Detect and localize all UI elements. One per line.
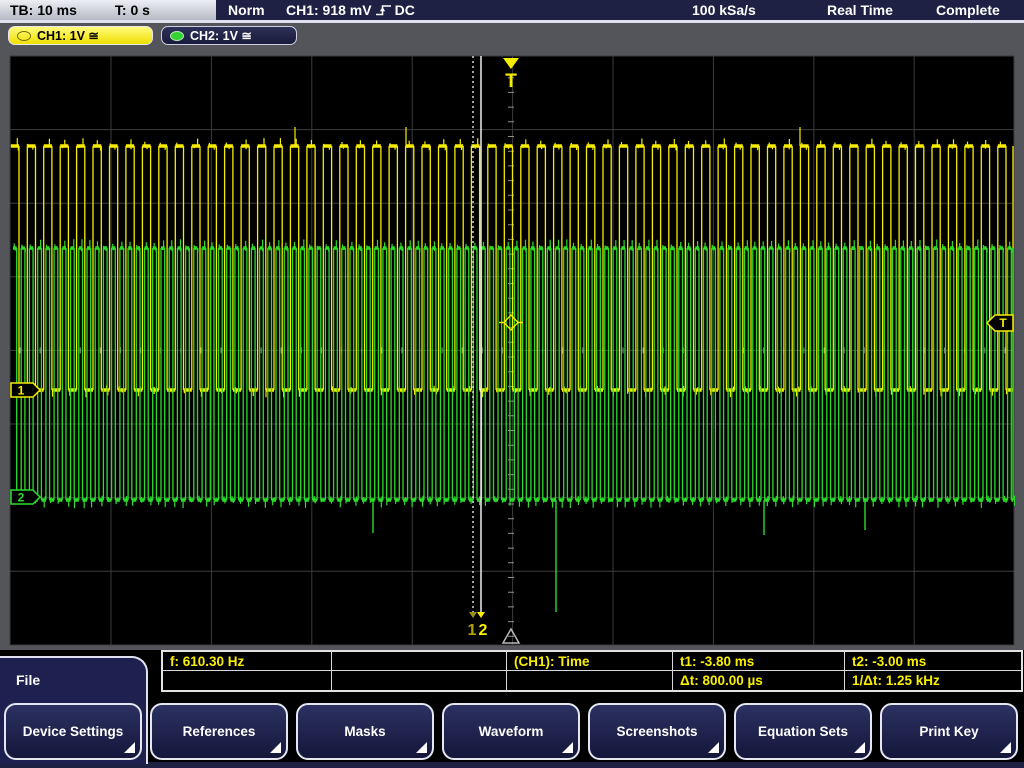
waveform-display: 12TT12 [0, 22, 1024, 650]
measurement-cell-empty [332, 671, 507, 690]
trigger-source-level: CH1: 918 mV [286, 2, 372, 18]
ch1-reference-tag[interactable] [11, 383, 40, 397]
measurement-results-table: f: 610.30 Hz (CH1): Time t1: -3.80 ms t2… [161, 650, 1023, 692]
submenu-arrow-icon [124, 742, 135, 753]
delta-t-readout: Δt: 800.00 µs [673, 671, 845, 690]
softkey-label: Waveform [479, 724, 544, 739]
acquisition-mode-label: Norm [228, 0, 265, 20]
softkey-references[interactable]: References [150, 703, 288, 760]
cursor-t1-readout: t1: -3.80 ms [673, 652, 845, 671]
ch1-tab-label: CH1: 1V ≅ [37, 29, 99, 43]
submenu-arrow-icon [416, 742, 427, 753]
status-bar: TB: 10 ms T: 0 s Norm CH1: 918 mV DC 100 k… [0, 0, 1024, 23]
softkey-print-key[interactable]: Print Key [880, 703, 1018, 760]
menu-title: File [16, 672, 146, 688]
submenu-arrow-icon [270, 742, 281, 753]
channel-tabs: CH1: 1V ≅ CH2: 1V ≅ [0, 23, 1024, 50]
measurement-cell-empty [163, 671, 332, 690]
softkey-label: Equation Sets [758, 724, 848, 739]
cursor-1-label[interactable]: 1 [468, 622, 477, 639]
trigger-settings-readout: CH1: 918 mV DC [286, 0, 415, 20]
acquisition-status-label: Complete [936, 0, 1000, 20]
cursor-t2-readout: t2: -3.00 ms [845, 652, 1021, 671]
ch2-tab-label: CH2: 1V ≅ [190, 29, 252, 43]
trigger-position-label[interactable]: T [505, 71, 517, 92]
ch2-reference-tag[interactable] [11, 490, 40, 504]
measurement-cell-empty [332, 652, 507, 671]
measurement-source-type: (CH1): Time [507, 652, 673, 671]
timebase-value: TB: 10 ms [10, 2, 77, 18]
softkey-equation-sets[interactable]: Equation Sets [734, 703, 872, 760]
softkey-masks[interactable]: Masks [296, 703, 434, 760]
ch2-indicator-icon [170, 31, 184, 41]
timebase-readout: TB: 10 ms T: 0 s [0, 0, 216, 20]
submenu-arrow-icon [854, 742, 865, 753]
bottom-strip [0, 762, 1024, 768]
measurement-frequency: f: 610.30 Hz [163, 652, 332, 671]
rising-edge-icon [375, 3, 392, 17]
acquisition-type-label: Real Time [827, 0, 893, 20]
ch1-indicator-icon [17, 31, 31, 41]
softkey-screenshots[interactable]: Screenshots [588, 703, 726, 760]
submenu-arrow-icon [1000, 742, 1011, 753]
softkey-device-settings[interactable]: Device Settings [4, 703, 142, 760]
tab-ch2[interactable]: CH2: 1V ≅ [161, 26, 297, 45]
trigger-coupling: DC [395, 2, 415, 18]
softkey-label: References [183, 724, 256, 739]
sample-rate-label: 100 kSa/s [692, 0, 756, 20]
softkey-waveform[interactable]: Waveform [442, 703, 580, 760]
ch2-reference-label[interactable]: 2 [18, 491, 25, 505]
submenu-arrow-icon [562, 742, 573, 753]
trigger-time-value: T: 0 s [115, 2, 150, 18]
submenu-arrow-icon [708, 742, 719, 753]
softkey-label: Print Key [919, 724, 978, 739]
measurement-cell-empty [507, 671, 673, 690]
trigger-level-label[interactable]: T [999, 316, 1007, 330]
tab-ch1[interactable]: CH1: 1V ≅ [8, 26, 153, 45]
softkey-label: Masks [344, 724, 385, 739]
ch1-reference-label[interactable]: 1 [18, 384, 25, 398]
inverse-delta-t-readout: 1/Δt: 1.25 kHz [845, 671, 1021, 690]
cursor-2-label[interactable]: 2 [479, 622, 488, 639]
softkey-label: Screenshots [616, 724, 697, 739]
softkey-label: Device Settings [23, 724, 124, 739]
